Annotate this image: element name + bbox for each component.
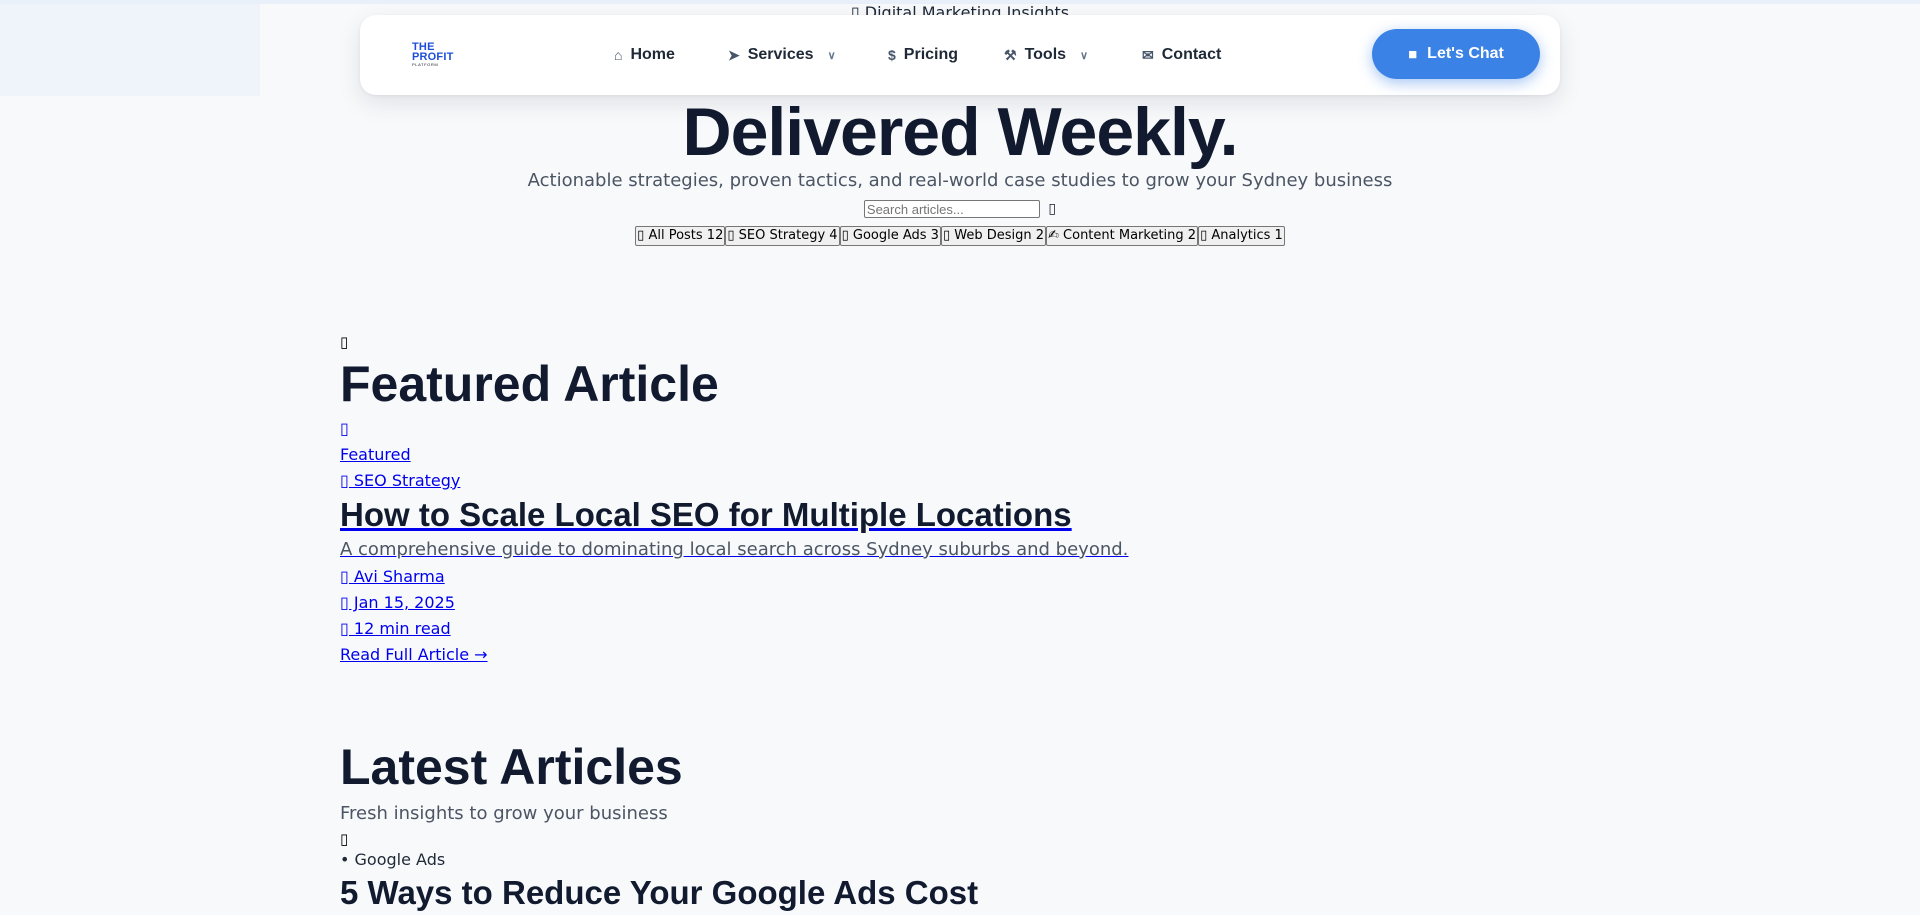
chevron-down-icon: ∨ — [827, 49, 836, 62]
featured-badge: Featured — [340, 445, 411, 464]
filter-google-ads[interactable]: ▯ Google Ads 3 — [839, 226, 941, 246]
article-read-time: ▯ 12 min read — [340, 619, 451, 638]
article-date: ▯ Jan 15, 2025 — [340, 593, 455, 612]
nav-item-services[interactable]: ➤ Services ∨ — [728, 43, 836, 67]
read-full-article-link: Read Full Article → — [340, 645, 488, 664]
hero-subtitle: Actionable strategies, proven tactics, a… — [527, 170, 1393, 191]
chat-icon: ■ — [1408, 45, 1418, 63]
post-image: ▯ — [340, 830, 349, 848]
nav-item-label: Tools — [1024, 46, 1067, 63]
filter-seo-strategy[interactable]: ▯ SEO Strategy 4 — [725, 226, 840, 246]
brand-logo[interactable]: THE PROFIT PLATFORM — [412, 42, 466, 70]
nav-item-pricing[interactable]: $ Pricing — [888, 43, 958, 67]
post-category: • Google Ads — [340, 850, 446, 869]
hero-title: Delivered Weekly. — [682, 94, 1238, 170]
nav-item-label: Pricing — [903, 46, 959, 63]
rocket-icon: ➤ — [728, 46, 740, 63]
home-icon: ⌂ — [614, 47, 623, 63]
post-title[interactable]: 5 Ways to Reduce Your Google Ads Cost — [340, 871, 1580, 915]
featured-heading: Featured Article — [340, 356, 719, 412]
filter-web-design[interactable]: ▯ Web Design 2 — [940, 226, 1047, 246]
dollar-icon: $ — [888, 47, 896, 63]
nav-item-home[interactable]: ⌂ Home — [614, 43, 675, 67]
nav-item-contact[interactable]: ✉ Contact — [1142, 43, 1221, 67]
nav-item-label: Home — [630, 46, 675, 63]
star-icon: ▯ — [340, 333, 349, 351]
featured-article-excerpt: A comprehensive guide to dominating loca… — [340, 539, 1129, 560]
filter-analytics[interactable]: ▯ Analytics 1 — [1198, 226, 1285, 246]
featured-article-image: ▯ — [340, 419, 349, 438]
filter-all-posts[interactable]: ▯ All Posts 12 — [635, 226, 726, 246]
nav-item-tools[interactable]: ⚒ Tools ∨ — [1004, 43, 1088, 67]
featured-section: ▯ Featured Article ▯ Featured ▯ SEO Stra… — [340, 332, 1580, 668]
lets-chat-label: Let's Chat — [1427, 45, 1504, 62]
chevron-down-icon: ∨ — [1080, 49, 1089, 62]
lets-chat-button[interactable]: ■ Let's Chat — [1372, 29, 1540, 79]
latest-subheading: Fresh insights to grow your business — [340, 803, 668, 824]
featured-article-title: How to Scale Local SEO for Multiple Loca… — [340, 496, 1072, 533]
latest-articles-section: Latest Articles Fresh insights to grow y… — [340, 735, 1580, 915]
tools-icon: ⚒ — [1004, 46, 1017, 63]
featured-article-card[interactable]: ▯ Featured ▯ SEO Strategy How to Scale L… — [340, 416, 1580, 668]
search-input[interactable] — [863, 200, 1040, 218]
filter-content-marketing[interactable]: ✍ Content Marketing 2 — [1046, 226, 1199, 246]
main-navbar: THE PROFIT PLATFORM ⌂ Home ➤ Services ∨ … — [360, 15, 1560, 95]
nav-item-label: Contact — [1161, 46, 1222, 63]
envelope-icon: ✉ — [1142, 46, 1154, 63]
search-icon[interactable]: ▯ — [1048, 201, 1056, 217]
category-filter-bar: ▯ All Posts 12 ▯ SEO Strategy 4 ▯ Google A… — [0, 226, 1920, 246]
article-author: ▯ Avi Sharma — [340, 567, 445, 586]
latest-heading: Latest Articles — [340, 739, 683, 795]
article-category: ▯ SEO Strategy — [340, 471, 461, 490]
logo-line-2: PROFIT — [412, 51, 454, 63]
nav-item-label: Services — [747, 46, 814, 63]
search-bar: ▯ — [0, 200, 1920, 218]
